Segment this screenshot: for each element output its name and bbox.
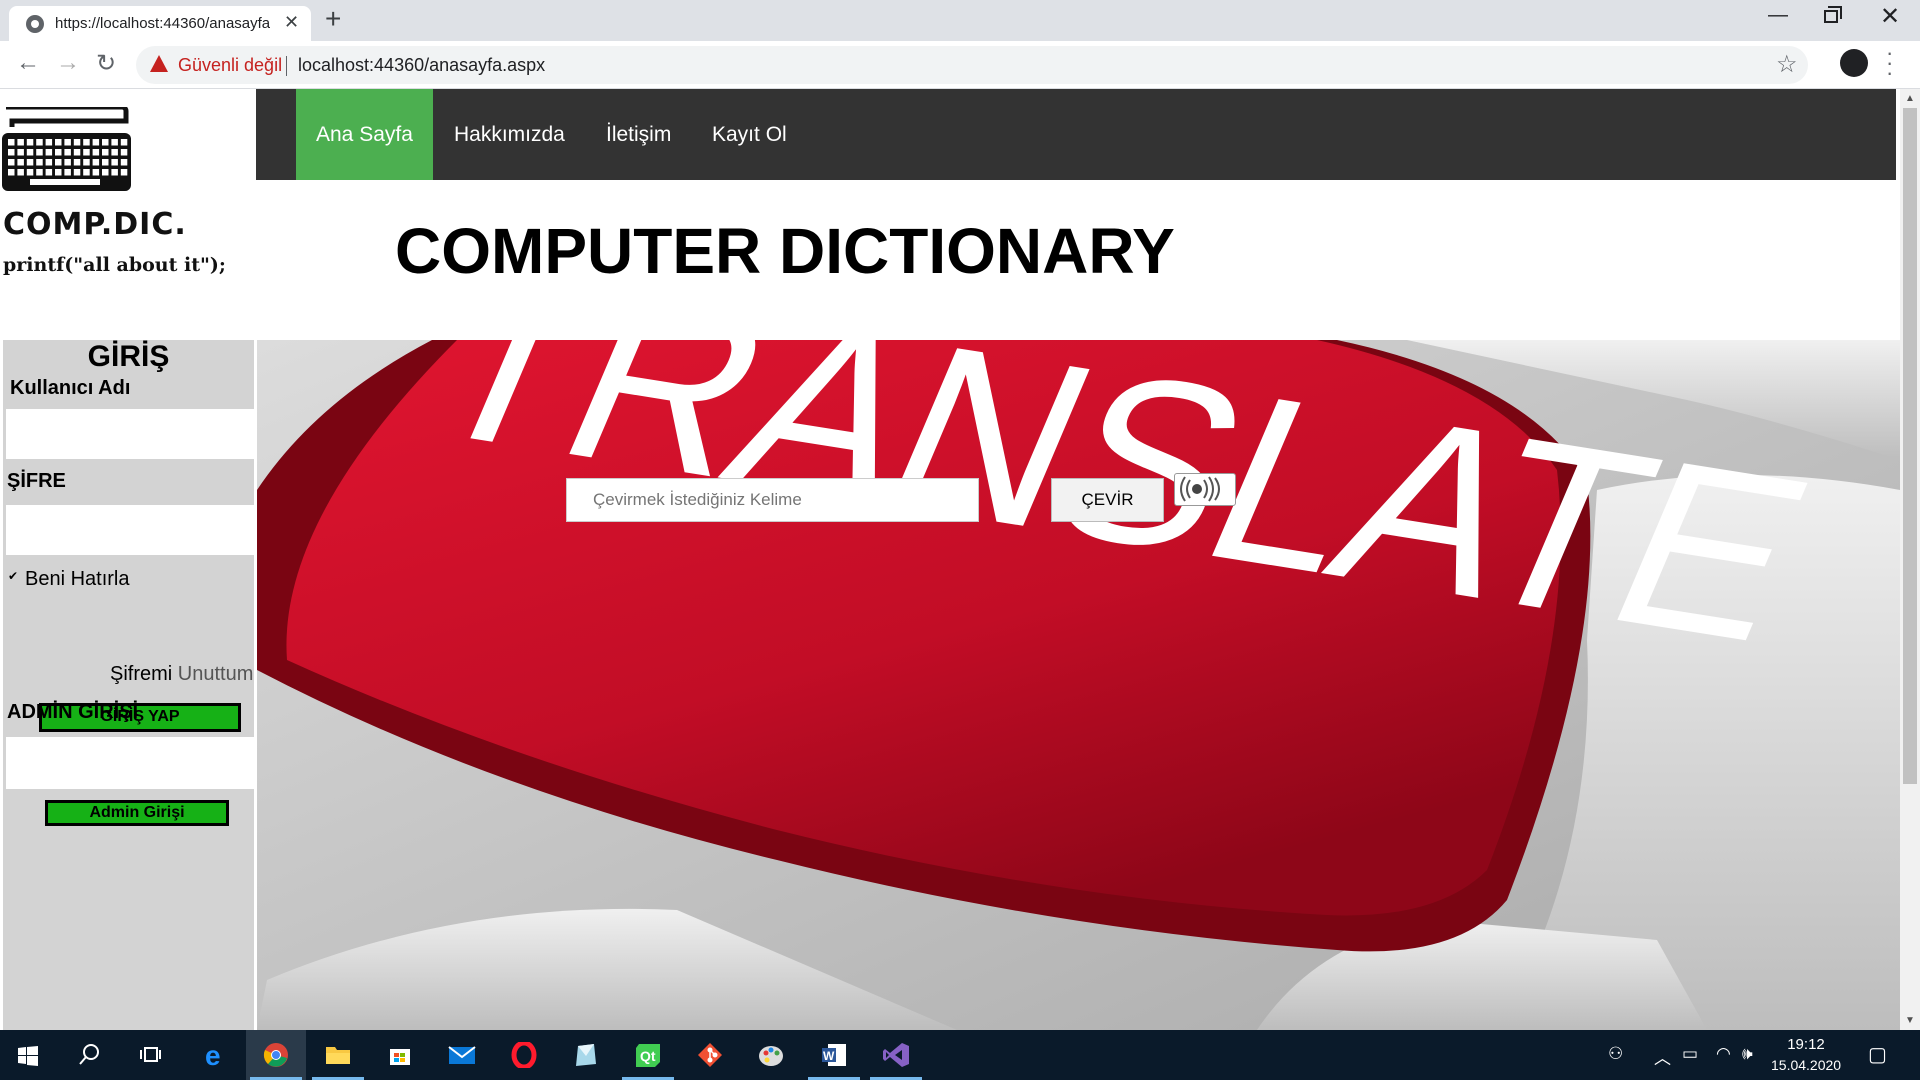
minimize-button[interactable]: — <box>1768 4 1788 27</box>
site-brand: COMP.DIC. <box>3 207 187 242</box>
main-navbar: Ana Sayfa Hakkımızda İletişim Kayıt Ol <box>256 89 1896 180</box>
page-title: COMPUTER DICTIONARY <box>395 215 1175 287</box>
nav-contact[interactable]: İletişim <box>586 89 691 180</box>
nav-about[interactable]: Hakkımızda <box>434 89 585 180</box>
translate-key-image: TRANSLATE <box>257 340 1900 1030</box>
close-window-button[interactable]: ✕ <box>1880 2 1900 31</box>
notification-icon[interactable]: ▢ <box>1868 1042 1887 1067</box>
tab-title: https://localhost:44360/anasayfa.aspx <box>55 15 270 32</box>
nav-register[interactable]: Kayıt Ol <box>692 89 807 180</box>
browser-tab[interactable]: https://localhost:44360/anasayfa.aspx ✕ <box>9 6 311 41</box>
login-sidebar: GİRİŞ Kullanıcı Adı ŞİFRE ✔ Beni Hatırla… <box>3 340 254 1030</box>
paint-icon[interactable] <box>742 1030 802 1080</box>
people-icon[interactable]: ⚇ <box>1608 1044 1623 1064</box>
username-input[interactable] <box>6 409 254 459</box>
forgot-prefix: Şifremi <box>110 663 173 685</box>
reload-icon[interactable]: ↻ <box>96 49 116 78</box>
admin-input[interactable] <box>6 737 254 789</box>
visual-studio-icon[interactable] <box>866 1030 926 1080</box>
login-heading: GİRİŞ <box>87 340 170 373</box>
forgot-password-link[interactable]: Unuttum <box>178 663 254 685</box>
keyboard-logo-icon <box>2 107 131 191</box>
bookmark-star-icon[interactable]: ☆ <box>1776 50 1798 79</box>
admin-login-button[interactable]: Admin Girişi <box>45 800 229 826</box>
remember-checkbox[interactable]: ✔ <box>8 570 19 582</box>
nav-home[interactable]: Ana Sayfa <box>296 89 433 180</box>
word-icon[interactable]: W <box>804 1030 864 1080</box>
admin-login-label: ADMİN GİRİŞİ <box>7 701 139 723</box>
wifi-icon[interactable]: ◠ <box>1716 1044 1731 1064</box>
clock-time[interactable]: 19:12 <box>1771 1036 1841 1053</box>
file-explorer-icon[interactable] <box>308 1030 368 1080</box>
security-status[interactable]: Güvenli değil <box>178 55 282 76</box>
tab-strip: https://localhost:44360/anasayfa.aspx ✕ … <box>0 0 1920 41</box>
task-view-icon[interactable] <box>120 1030 180 1080</box>
globe-icon <box>26 15 44 33</box>
speaker-icon[interactable] <box>1174 473 1236 506</box>
remember-label: Beni Hatırla <box>25 568 130 590</box>
windows-taskbar: e Qt W ⚇ ︿ ▭ ◠ 🕪 19:12 15.04.2020 ▢ <box>0 1030 1920 1080</box>
divider <box>286 56 287 76</box>
close-tab-icon[interactable]: ✕ <box>284 12 299 33</box>
translate-input[interactable]: Çevirmek İstediğiniz Kelime <box>566 478 979 522</box>
profile-avatar[interactable] <box>1840 49 1868 77</box>
restore-button[interactable] <box>1824 6 1842 23</box>
page-scrollbar[interactable]: ▲ ▼ <box>1900 89 1920 1030</box>
app-icon[interactable] <box>556 1030 616 1080</box>
forgot-password: Şifremi Unuttum <box>110 663 253 686</box>
battery-icon[interactable]: ▭ <box>1682 1044 1698 1064</box>
opera-icon[interactable] <box>494 1030 554 1080</box>
clock-date[interactable]: 15.04.2020 <box>1771 1057 1841 1073</box>
edge-icon[interactable]: e <box>184 1030 244 1080</box>
store-icon[interactable] <box>370 1030 430 1080</box>
password-label: ŞİFRE <box>7 470 66 492</box>
browser-toolbar: ← → ↻ Güvenli değil localhost:44360/anas… <box>0 41 1920 89</box>
url-text[interactable]: localhost:44360/anasayfa.aspx <box>298 55 545 76</box>
address-bar[interactable]: Güvenli değil localhost:44360/anasayfa.a… <box>136 46 1808 84</box>
windows-start-icon[interactable] <box>18 1046 38 1066</box>
svg-text:e: e <box>205 1042 221 1068</box>
qt-icon[interactable]: Qt <box>618 1030 678 1080</box>
search-icon[interactable] <box>60 1030 120 1080</box>
translate-hero: TRANSLATE Çevirmek İstediğiniz Kelime ÇE… <box>257 340 1900 1030</box>
chevron-up-icon[interactable]: ︿ <box>1654 1044 1671 1069</box>
forward-arrow-icon[interactable]: → <box>56 49 80 77</box>
username-label: Kullanıcı Adı <box>10 377 131 399</box>
menu-dots-icon[interactable]: · · · <box>1886 42 1893 84</box>
translate-button[interactable]: ÇEVİR <box>1051 478 1164 522</box>
svg-text:Qt: Qt <box>640 1048 656 1064</box>
password-input[interactable] <box>6 505 254 555</box>
new-tab-button[interactable]: + <box>325 5 341 33</box>
back-arrow-icon[interactable]: ← <box>16 49 40 77</box>
scroll-down-icon[interactable]: ▼ <box>1905 1015 1915 1026</box>
chrome-icon[interactable] <box>246 1030 306 1080</box>
volume-icon[interactable]: 🕪 <box>1742 1044 1753 1064</box>
scroll-thumb[interactable] <box>1903 108 1917 784</box>
page-content: COMP.DIC. printf("all about it"); Ana Sa… <box>0 89 1920 1030</box>
site-tagline: printf("all about it"); <box>3 254 226 276</box>
scroll-up-icon[interactable]: ▲ <box>1905 93 1915 104</box>
mail-icon[interactable] <box>432 1030 492 1080</box>
svg-text:W: W <box>823 1049 835 1063</box>
warning-icon[interactable] <box>150 55 168 72</box>
git-icon[interactable] <box>680 1030 740 1080</box>
